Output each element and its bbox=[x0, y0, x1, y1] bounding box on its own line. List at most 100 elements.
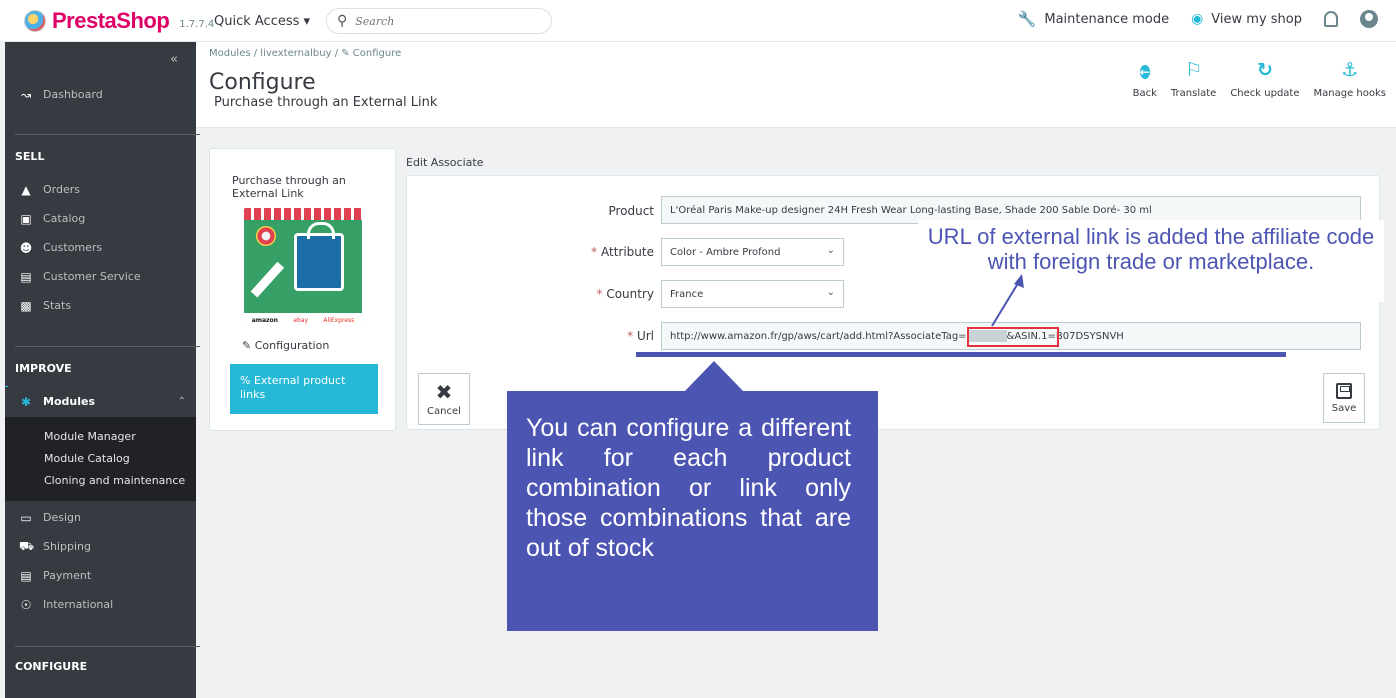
country-select[interactable]: France ⌄ bbox=[661, 280, 844, 308]
collapse-sidebar-icon[interactable]: « bbox=[170, 52, 178, 67]
affiliate-tag-highlight bbox=[967, 327, 1059, 347]
chat-bubble-icon: ▤ bbox=[20, 269, 32, 284]
pencil-icon: ✎ bbox=[242, 339, 255, 352]
submenu-item-module-catalog[interactable]: Module Catalog bbox=[44, 452, 130, 465]
submenu-item-module-manager[interactable]: Module Manager bbox=[44, 430, 136, 443]
sidebar-item-shipping[interactable]: ⛟ Shipping bbox=[5, 532, 196, 561]
sidebar-item-customer-service[interactable]: ▤ Customer Service bbox=[5, 262, 196, 291]
sidebar-item-dashboard[interactable]: ↝ Dashboard bbox=[5, 80, 196, 109]
manage-hooks-button[interactable]: ⚓ Manage hooks bbox=[1314, 60, 1386, 99]
aliexpress-brand: AliExpress bbox=[323, 317, 355, 324]
page-subtitle: Purchase through an External Link bbox=[214, 95, 438, 110]
shopping-basket-icon: ▲ bbox=[21, 182, 31, 197]
refresh-icon: ↻ bbox=[1256, 59, 1273, 81]
module-title: Purchase through an External Link bbox=[232, 174, 346, 200]
configuration-label: Configuration bbox=[254, 339, 330, 352]
wrench-icon: 🔧 bbox=[1017, 10, 1037, 28]
chevron-down-icon: ⌄ bbox=[826, 245, 835, 256]
sidebar-divider bbox=[15, 346, 200, 347]
top-right-actions: 🔧 Maintenance mode ◉ View my shop bbox=[1018, 10, 1378, 28]
attribute-select[interactable]: Color - Ambre Profond ⌄ bbox=[661, 238, 844, 266]
amazon-brand: amazon bbox=[251, 317, 278, 324]
sidebar-item-label: International bbox=[43, 598, 114, 611]
save-label: Save bbox=[1331, 402, 1357, 414]
product-label: Product bbox=[608, 204, 654, 218]
translate-label: Translate bbox=[1170, 88, 1217, 99]
sidebar-item-label: Shipping bbox=[43, 540, 91, 553]
search-input[interactable] bbox=[355, 14, 516, 28]
save-button[interactable]: Save bbox=[1323, 373, 1365, 423]
view-shop-link[interactable]: ◉ View my shop bbox=[1191, 11, 1302, 27]
manage-hooks-label: Manage hooks bbox=[1313, 88, 1386, 99]
store-icon: ▣ bbox=[20, 211, 32, 226]
chevron-up-icon[interactable]: ⌃ bbox=[178, 396, 186, 407]
top-bar: PrestaShop 1.7.7.4 Quick Access ▾ ⚲ 🔧 Ma… bbox=[0, 0, 1396, 42]
marketplace-brands: amazon ebay AliExpress bbox=[244, 313, 362, 328]
url-label: * Url bbox=[627, 329, 654, 343]
close-icon: ✖ bbox=[435, 379, 453, 404]
globe-icon: ☉ bbox=[20, 597, 32, 612]
search-icon: ⚲ bbox=[337, 13, 348, 29]
back-button[interactable]: ← Back bbox=[1133, 60, 1157, 99]
annotation-pointer bbox=[684, 361, 744, 392]
configuration-link[interactable]: ✎ Configuration bbox=[242, 339, 329, 352]
module-card: Purchase through an External Link amazon… bbox=[209, 148, 396, 431]
floppy-disk-icon bbox=[1336, 382, 1352, 399]
search-box[interactable]: ⚲ bbox=[326, 8, 552, 34]
annotation-combination-note: You can configure a different link for e… bbox=[507, 391, 878, 631]
eye-icon: ◉ bbox=[1191, 11, 1204, 27]
sidebar-divider bbox=[15, 646, 200, 647]
truck-icon: ⛟ bbox=[19, 538, 35, 553]
url-underline-highlight bbox=[636, 352, 1286, 357]
sidebar-item-orders[interactable]: ▲ Orders bbox=[5, 175, 196, 204]
form-heading: Edit Associate bbox=[406, 156, 484, 169]
breadcrumb[interactable]: Modules / livexternalbuy / ✎ Configure bbox=[209, 48, 401, 59]
attribute-selected: Color - Ambre Profond bbox=[670, 246, 781, 258]
page-header: Modules / livexternalbuy / ✎ Configure C… bbox=[196, 42, 1396, 128]
section-label-sell: SELL bbox=[15, 150, 45, 163]
section-label-configure: CONFIGURE bbox=[15, 660, 88, 673]
anchor-icon: ⚓ bbox=[1341, 59, 1359, 81]
back-label: Back bbox=[1132, 88, 1157, 99]
sidebar-item-catalog[interactable]: ▣ Catalog bbox=[5, 204, 196, 233]
sidebar: « ↝ Dashboard SELL ▲ Orders ▣ Catalog ☻ … bbox=[5, 42, 200, 698]
maintenance-mode-link[interactable]: 🔧 Maintenance mode bbox=[1018, 10, 1169, 28]
sidebar-item-label: Payment bbox=[43, 569, 92, 582]
arrow-shaft bbox=[250, 261, 285, 298]
sidebar-item-design[interactable]: ▭ Design bbox=[5, 503, 196, 532]
external-product-links-tab[interactable]: % External product links bbox=[230, 364, 378, 414]
country-label: * Country bbox=[596, 287, 655, 301]
sidebar-item-label: Stats bbox=[43, 299, 72, 312]
quick-access-dropdown[interactable]: Quick Access ▾ bbox=[214, 14, 310, 29]
monitor-icon: ▭ bbox=[20, 510, 32, 525]
sidebar-item-label: Catalog bbox=[43, 212, 86, 225]
sidebar-item-payment[interactable]: ▤ Payment bbox=[5, 561, 196, 590]
country-selected: France bbox=[670, 288, 704, 300]
prestashop-logo[interactable]: PrestaShop 1.7.7.4 bbox=[24, 8, 214, 34]
cancel-button[interactable]: ✖ Cancel bbox=[418, 373, 470, 425]
shopping-bag-icon bbox=[294, 222, 344, 291]
brand-name: PrestaShop bbox=[52, 8, 170, 33]
sidebar-item-stats[interactable]: ▩ Stats bbox=[5, 291, 196, 320]
user-account-icon[interactable] bbox=[1360, 10, 1378, 28]
chevron-down-icon: ⌄ bbox=[826, 287, 835, 298]
credit-card-icon: ▤ bbox=[20, 568, 32, 583]
prestashop-logo-icon bbox=[24, 10, 46, 32]
trend-line-icon: ↝ bbox=[20, 87, 32, 102]
translate-button[interactable]: ⚐ Translate bbox=[1171, 60, 1216, 99]
sidebar-item-label: Customers bbox=[43, 241, 103, 254]
sidebar-item-international[interactable]: ☉ International bbox=[5, 590, 196, 619]
sidebar-item-label: Modules bbox=[43, 395, 95, 408]
sidebar-item-label: Customer Service bbox=[43, 270, 141, 283]
sidebar-item-label: Dashboard bbox=[43, 88, 103, 101]
ball-icon bbox=[256, 226, 276, 246]
submenu-item-cloning[interactable]: Cloning and maintenance bbox=[44, 474, 185, 487]
annotation-arrow bbox=[991, 274, 1024, 327]
bell-icon[interactable] bbox=[1324, 11, 1338, 27]
version-label: 1.7.7.4 bbox=[179, 18, 215, 30]
sidebar-item-customers[interactable]: ☻ Customers bbox=[5, 233, 196, 262]
check-update-button[interactable]: ↻ Check update bbox=[1230, 60, 1299, 99]
ebay-brand: ebay bbox=[293, 317, 309, 324]
sidebar-item-modules[interactable]: ✱ Modules bbox=[5, 387, 196, 416]
view-shop-label: View my shop bbox=[1211, 11, 1302, 27]
